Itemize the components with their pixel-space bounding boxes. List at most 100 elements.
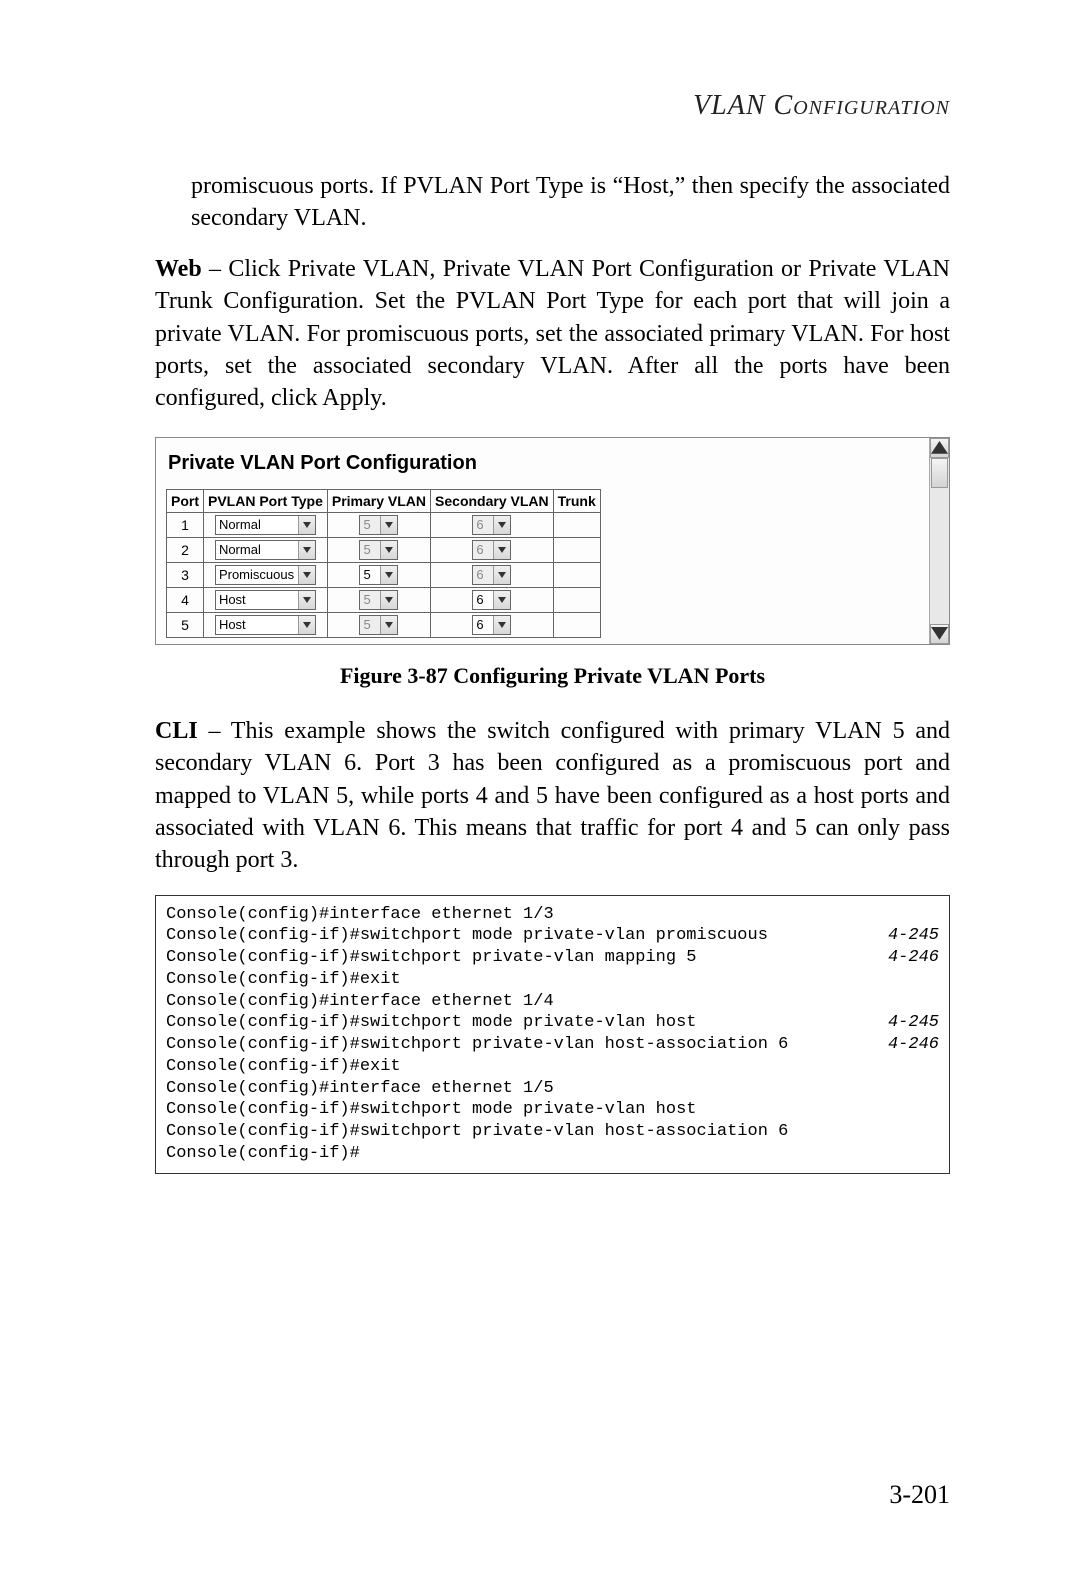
chevron-down-icon[interactable] [493, 591, 510, 609]
scroll-up-icon[interactable] [930, 438, 949, 458]
cli-line: Console(config-if)#switchport private-vl… [166, 1034, 939, 1056]
select-widget: 6 [472, 515, 511, 535]
select-value: Promiscuous [216, 567, 298, 582]
cell-port: 5 [167, 612, 204, 637]
cell-primary-vlan: 5 [327, 512, 430, 537]
select-widget[interactable]: 5 [359, 565, 398, 585]
select-value: Host [216, 617, 298, 632]
page-header: VLAN Configuration [155, 90, 950, 122]
cell-port: 3 [167, 562, 204, 587]
select-widget[interactable]: 6 [472, 590, 511, 610]
cell-primary-vlan: 5 [327, 612, 430, 637]
select-widget[interactable]: Host [215, 615, 316, 635]
figure-caption: Figure 3-87 Configuring Private VLAN Por… [155, 663, 950, 689]
chevron-down-icon [380, 616, 397, 634]
cell-primary-vlan: 5 [327, 537, 430, 562]
select-widget[interactable]: Normal [215, 540, 316, 560]
cell-trunk [553, 512, 600, 537]
select-widget: 6 [472, 565, 511, 585]
select-value: 6 [473, 617, 493, 632]
pvlan-config-table: Port PVLAN Port Type Primary VLAN Second… [166, 489, 601, 638]
chevron-down-icon[interactable] [298, 516, 315, 534]
select-widget: 5 [359, 590, 398, 610]
col-secondary-vlan: Secondary VLAN [431, 489, 554, 512]
chevron-down-icon[interactable] [298, 616, 315, 634]
cell-primary-vlan: 5 [327, 587, 430, 612]
col-port: Port [167, 489, 204, 512]
chevron-down-icon [380, 591, 397, 609]
select-value: 5 [360, 617, 380, 632]
cell-port: 2 [167, 537, 204, 562]
cell-port: 4 [167, 587, 204, 612]
cli-line: Console(config-if)#switchport mode priva… [166, 1099, 939, 1121]
cell-secondary-vlan: 6 [431, 612, 554, 637]
cell-port: 1 [167, 512, 204, 537]
cell-secondary-vlan: 6 [431, 587, 554, 612]
cli-line: Console(config-if)#switchport private-vl… [166, 1121, 939, 1143]
select-widget: 6 [472, 540, 511, 560]
chevron-down-icon [493, 541, 510, 559]
chevron-down-icon[interactable] [298, 591, 315, 609]
col-primary-vlan: Primary VLAN [327, 489, 430, 512]
select-widget: 5 [359, 615, 398, 635]
select-value: 6 [473, 567, 493, 582]
cli-instructions: CLI – This example shows the switch conf… [155, 715, 950, 877]
table-row: 3 Promiscuous 5 6 [167, 562, 601, 587]
select-value: 5 [360, 592, 380, 607]
col-trunk: Trunk [553, 489, 600, 512]
chevron-down-icon[interactable] [493, 616, 510, 634]
cell-secondary-vlan: 6 [431, 512, 554, 537]
chevron-down-icon[interactable] [298, 541, 315, 559]
cli-page-ref: 4-245 [888, 925, 939, 947]
cell-trunk [553, 562, 600, 587]
table-row: 2 Normal 5 6 [167, 537, 601, 562]
cell-secondary-vlan: 6 [431, 562, 554, 587]
figure-screenshot: Private VLAN Port Configuration Port PVL… [155, 437, 950, 645]
cli-lead: CLI [155, 718, 198, 744]
select-value: 6 [473, 542, 493, 557]
cell-port-type: Normal [204, 512, 328, 537]
cell-primary-vlan: 5 [327, 562, 430, 587]
table-row: 5 Host 5 6 [167, 612, 601, 637]
cli-line: Console(config)#interface ethernet 1/4 [166, 991, 939, 1013]
cell-port-type: Normal [204, 537, 328, 562]
cli-body: – This example shows the switch configur… [155, 718, 950, 874]
cell-trunk [553, 587, 600, 612]
cell-port-type: Host [204, 612, 328, 637]
cli-line: Console(config-if)#switchport mode priva… [166, 925, 939, 947]
page-number: 3-201 [889, 1480, 950, 1510]
chevron-down-icon[interactable] [298, 566, 315, 584]
select-widget[interactable]: Promiscuous [215, 565, 316, 585]
col-pvlan-port-type: PVLAN Port Type [204, 489, 328, 512]
cell-port-type: Promiscuous [204, 562, 328, 587]
cli-line: Console(config-if)#switchport private-vl… [166, 947, 939, 969]
scroll-down-icon[interactable] [930, 624, 949, 644]
cli-line: Console(config)#interface ethernet 1/5 [166, 1078, 939, 1100]
select-widget: 5 [359, 515, 398, 535]
chevron-down-icon[interactable] [380, 566, 397, 584]
cli-page-ref: 4-245 [888, 1012, 939, 1034]
cli-page-ref: 4-246 [888, 1034, 939, 1056]
select-value: Host [216, 592, 298, 607]
scroll-thumb[interactable] [931, 458, 948, 488]
cli-line: Console(config-if)# [166, 1143, 939, 1165]
scrollbar[interactable] [929, 438, 949, 644]
cli-line: Console(config-if)#exit [166, 969, 939, 991]
chevron-down-icon [380, 516, 397, 534]
cell-port-type: Host [204, 587, 328, 612]
cell-trunk [553, 612, 600, 637]
select-widget[interactable]: Host [215, 590, 316, 610]
select-widget: 5 [359, 540, 398, 560]
web-body: – Click Private VLAN, Private VLAN Port … [155, 256, 950, 412]
web-instructions: Web – Click Private VLAN, Private VLAN P… [155, 253, 950, 415]
cell-secondary-vlan: 6 [431, 537, 554, 562]
select-widget[interactable]: 6 [472, 615, 511, 635]
screenshot-title: Private VLAN Port Configuration [168, 452, 921, 475]
table-row: 1 Normal 5 6 [167, 512, 601, 537]
select-value: 6 [473, 592, 493, 607]
select-widget[interactable]: Normal [215, 515, 316, 535]
select-value: 5 [360, 542, 380, 557]
chevron-down-icon [380, 541, 397, 559]
web-lead: Web [155, 256, 202, 282]
cli-page-ref: 4-246 [888, 947, 939, 969]
